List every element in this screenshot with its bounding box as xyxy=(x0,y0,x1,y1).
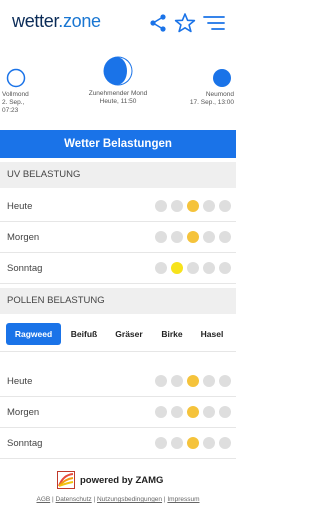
link-datenschutz[interactable]: Datenschutz xyxy=(56,496,92,503)
logo-main: wetter xyxy=(12,11,59,31)
tab-beifuss[interactable]: Beifuß xyxy=(66,323,102,345)
star-icon[interactable] xyxy=(174,12,196,34)
pollen-row-tomorrow: Morgen xyxy=(0,397,236,428)
new-moon-icon xyxy=(213,69,231,87)
uv-section-title: UV BELASTUNG xyxy=(0,162,236,188)
tab-ragweed[interactable]: Ragweed xyxy=(6,323,61,345)
level-dot xyxy=(155,406,167,418)
zamg-powered-by[interactable]: powered by ZAMG xyxy=(57,470,163,490)
level-dot xyxy=(219,375,231,387)
stress-banner: Wetter Belastungen xyxy=(0,130,236,158)
level-dot xyxy=(155,375,167,387)
row-label: Morgen xyxy=(7,407,40,418)
pollen-row-today: Heute xyxy=(0,366,236,397)
level-dot-active xyxy=(187,200,199,212)
level-dot xyxy=(171,231,183,243)
powered-by-label: powered by xyxy=(80,474,133,486)
uv-row-today: Heute xyxy=(0,191,236,222)
level-dot xyxy=(203,406,215,418)
level-dot xyxy=(219,437,231,449)
footer-links: AGB | Datenschutz | Nutzungsbedingungen … xyxy=(0,496,236,503)
moon-label: Zunehmender Mond xyxy=(88,90,148,97)
level-dot xyxy=(187,262,199,274)
menu-icon[interactable] xyxy=(202,12,226,34)
row-label: Morgen xyxy=(7,232,40,243)
row-label: Heute xyxy=(7,376,33,387)
level-dot xyxy=(203,262,215,274)
level-dot-active xyxy=(187,231,199,243)
moon-phase-waxing: Zunehmender Mond Heute, 11:50 xyxy=(78,55,158,106)
share-icon[interactable] xyxy=(147,12,169,34)
level-dot xyxy=(171,375,183,387)
link-nutzungsbedingungen[interactable]: Nutzungsbedingungen xyxy=(97,496,162,503)
moon-label: Neumond xyxy=(205,91,234,98)
link-impressum[interactable]: Impressum xyxy=(167,496,199,503)
pollen-section-title: POLLEN BELASTUNG xyxy=(0,288,236,314)
row-label: Sonntag xyxy=(7,263,43,274)
level-dot xyxy=(203,437,215,449)
moon-phase-full: Vollmond 2. Sep., 07:23 xyxy=(2,68,42,115)
powered-by-text: powered by ZAMG xyxy=(80,475,163,486)
tab-hasel[interactable]: Hasel xyxy=(194,323,230,345)
level-dot xyxy=(219,231,231,243)
level-dots xyxy=(155,262,231,274)
row-label: Heute xyxy=(7,201,33,212)
level-dots xyxy=(155,200,231,212)
level-dot xyxy=(155,231,167,243)
full-moon-icon xyxy=(6,68,26,88)
level-dot xyxy=(155,437,167,449)
level-dot xyxy=(219,200,231,212)
level-dots xyxy=(155,437,231,449)
app-header: wetter.zone xyxy=(0,0,236,44)
level-dot xyxy=(171,406,183,418)
level-dot xyxy=(171,437,183,449)
uv-row-tomorrow: Morgen xyxy=(0,222,236,253)
level-dot-active xyxy=(187,406,199,418)
moon-date: 17. Sep., 13:00 xyxy=(189,99,234,106)
level-dots xyxy=(155,406,231,418)
level-dot-active xyxy=(187,437,199,449)
level-dot-active xyxy=(171,262,183,274)
level-dot xyxy=(203,200,215,212)
moon-date: Heute, 11:50 xyxy=(99,98,137,105)
moon-date: 2. Sep., 07:23 xyxy=(2,99,25,114)
link-agb[interactable]: AGB xyxy=(36,496,50,503)
tab-graeser[interactable]: Gräser xyxy=(111,323,147,345)
wetterzone-logo[interactable]: wetter.zone xyxy=(12,11,101,32)
level-dot-active xyxy=(187,375,199,387)
level-dot xyxy=(203,231,215,243)
level-dot xyxy=(155,262,167,274)
moon-phase-new: Neumond 17. Sep., 13:00 xyxy=(182,68,234,107)
level-dots xyxy=(155,231,231,243)
brand-label: ZAMG xyxy=(135,474,164,486)
waxing-moon-icon xyxy=(103,56,133,86)
row-label: Sonntag xyxy=(7,438,43,449)
pollen-tabs: Ragweed Beifuß Gräser Birke Hasel xyxy=(0,318,236,352)
moon-label: Vollmond xyxy=(2,91,29,98)
logo-zone: zone xyxy=(62,11,101,31)
level-dot xyxy=(171,200,183,212)
level-dot xyxy=(155,200,167,212)
level-dot xyxy=(219,262,231,274)
zamg-logo-icon xyxy=(57,471,75,489)
moon-phases: Vollmond 2. Sep., 07:23 Zunehmender Mond… xyxy=(0,50,236,116)
tab-birke[interactable]: Birke xyxy=(154,323,190,345)
level-dot xyxy=(219,406,231,418)
level-dots xyxy=(155,375,231,387)
uv-row-sunday: Sonntag xyxy=(0,253,236,284)
pollen-row-sunday: Sonntag xyxy=(0,428,236,459)
level-dot xyxy=(203,375,215,387)
